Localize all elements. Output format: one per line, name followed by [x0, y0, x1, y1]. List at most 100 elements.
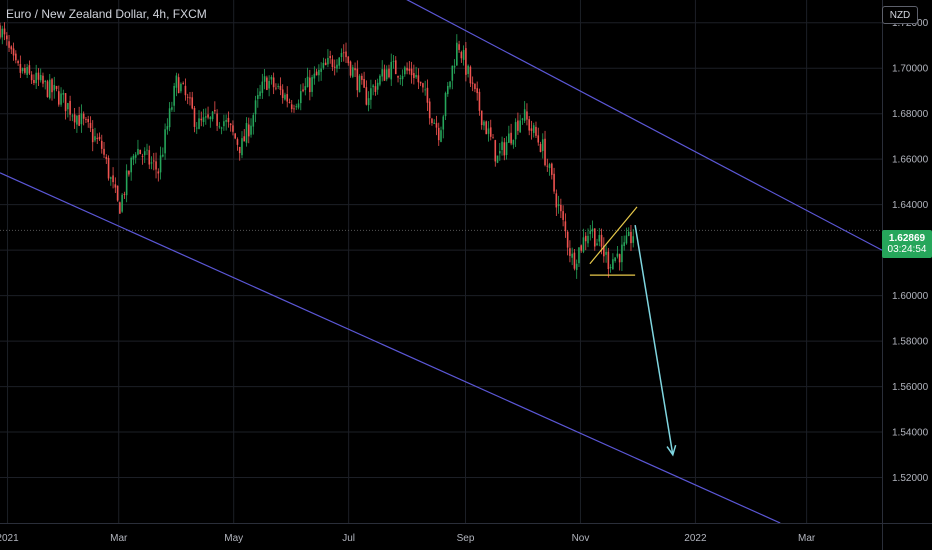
candle-body	[621, 244, 623, 263]
channel-upper-line[interactable]	[270, 0, 883, 251]
candle-body	[381, 69, 383, 77]
candle-body	[232, 125, 234, 132]
candle-body	[480, 110, 483, 126]
candle-body	[417, 75, 420, 83]
candle-body	[587, 235, 589, 244]
candle-body	[182, 82, 184, 84]
candle-body	[528, 119, 530, 131]
candle-body	[261, 81, 264, 93]
channel-lower-line[interactable]	[0, 172, 781, 523]
candle-body	[397, 75, 399, 78]
candle-body	[191, 97, 194, 109]
candle-body	[456, 42, 458, 66]
candle-body	[30, 74, 33, 81]
candle-body	[80, 113, 83, 125]
x-tick-label: Mar	[110, 533, 128, 544]
candle-body	[537, 135, 540, 143]
candle-body	[200, 118, 203, 121]
candle-body	[451, 65, 454, 81]
projection-arrow-line[interactable]	[634, 224, 674, 455]
candle-body	[510, 132, 512, 144]
candle-body	[569, 248, 571, 256]
candles	[0, 22, 635, 279]
candle-body	[26, 67, 28, 75]
candle-body	[82, 113, 85, 119]
candle-body	[87, 119, 89, 123]
candle-body	[67, 103, 69, 110]
candle-body	[293, 108, 295, 110]
candle-body	[288, 102, 291, 104]
candle-body	[198, 118, 200, 129]
currency-selector[interactable]: NZD	[882, 6, 918, 24]
candle-body	[399, 78, 402, 79]
candle-body	[614, 257, 616, 262]
candle-body	[250, 125, 252, 135]
candle-body	[370, 88, 372, 100]
candle-body	[152, 160, 155, 162]
candle-body	[557, 204, 560, 207]
candle-body	[103, 148, 105, 155]
candle-body	[385, 69, 388, 80]
candle-body	[440, 130, 442, 142]
candle-body	[600, 234, 603, 247]
candle-body	[584, 235, 587, 242]
candle-body	[128, 170, 130, 175]
candle-body	[130, 157, 132, 173]
candle-body	[530, 128, 533, 131]
candle-body	[508, 133, 510, 143]
candle-body	[462, 50, 465, 60]
candle-body	[229, 123, 232, 126]
candle-body	[501, 141, 503, 150]
candle-body	[270, 76, 273, 80]
candle-body	[632, 236, 635, 243]
candle-body	[243, 136, 246, 142]
candle-body	[566, 231, 569, 248]
x-tick-label: May	[224, 533, 243, 544]
candle-body	[64, 93, 67, 112]
candle-body	[42, 75, 44, 84]
candle-body	[422, 83, 424, 88]
candle-body	[123, 193, 126, 195]
price-chart[interactable]: 1.720001.700001.680001.660001.640001.620…	[0, 0, 932, 550]
candle-body	[107, 158, 110, 179]
candle-body	[483, 121, 485, 126]
candle-body	[266, 77, 268, 90]
candle-body	[318, 69, 320, 76]
candle-body	[177, 77, 180, 94]
candle-body	[521, 118, 524, 120]
candle-body	[268, 80, 270, 89]
candle-body	[415, 75, 417, 78]
x-tick-label: Nov	[572, 533, 590, 544]
candle-body	[236, 139, 239, 145]
candle-body	[218, 126, 221, 128]
candle-body	[555, 193, 558, 208]
chart-window[interactable]: 1.720001.700001.680001.660001.640001.620…	[0, 0, 932, 550]
candle-body	[100, 140, 103, 149]
candle-body	[257, 95, 259, 99]
candle-body	[605, 251, 607, 255]
candle-body	[21, 68, 24, 72]
candle-body	[223, 121, 225, 127]
candle-body	[394, 60, 397, 75]
candle-body	[311, 77, 313, 92]
bar-countdown: 03:24:54	[887, 244, 927, 255]
candle-body	[618, 254, 621, 263]
candle-body	[195, 127, 198, 129]
candle-body	[512, 139, 515, 145]
candle-body	[519, 120, 521, 133]
candle-body	[361, 75, 363, 80]
y-tick-label: 1.52000	[892, 473, 929, 484]
candle-body	[73, 114, 76, 123]
candle-body	[331, 59, 334, 67]
candle-body	[302, 89, 304, 92]
candle-body	[137, 148, 139, 155]
candle-body	[372, 85, 374, 88]
wedge-upper-line[interactable]	[589, 206, 638, 265]
candle-body	[184, 85, 187, 96]
candle-body	[259, 91, 261, 97]
candle-body	[263, 76, 266, 82]
candle-body	[612, 259, 614, 270]
candle-body	[607, 251, 610, 270]
candle-body	[69, 100, 71, 115]
candle-body	[216, 113, 218, 126]
